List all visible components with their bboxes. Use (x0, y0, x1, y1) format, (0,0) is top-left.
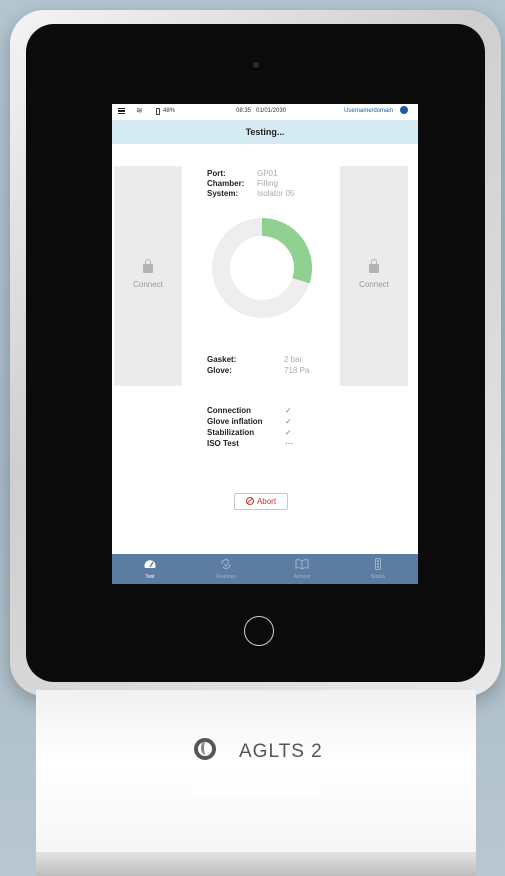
connect-right-label: Connect (359, 280, 389, 289)
user-icon[interactable] (400, 106, 408, 114)
system-label: System: (207, 189, 239, 198)
nav-status-label: Status (370, 574, 386, 580)
app-screen: ≋ 48% 08:35 01/01/2030 Username/domain T… (112, 104, 418, 584)
nav-test[interactable]: Test (112, 554, 188, 584)
routines-icon (221, 559, 231, 569)
cancel-icon (245, 497, 254, 505)
bottom-navigation: Test Routines Archive Status (112, 554, 418, 584)
connect-left-label: Connect (133, 280, 163, 289)
dock-light-slot (190, 790, 320, 796)
check-icon: ✓ (285, 417, 292, 426)
gauge-icon (144, 560, 156, 568)
wifi-icon: ≋ (136, 106, 143, 115)
check-icon: ✓ (285, 406, 292, 415)
connect-right-panel[interactable]: Connect (340, 166, 408, 386)
abort-button[interactable]: Abort (234, 493, 288, 510)
brand-logo-icon (194, 738, 216, 760)
step-name: Connection (207, 406, 251, 415)
nav-routines-label: Routines (216, 574, 236, 580)
book-icon (295, 559, 309, 570)
dock-base (36, 852, 476, 876)
step-name: ISO Test (207, 439, 239, 448)
menu-icon[interactable] (118, 108, 125, 115)
check-icon: ✓ (285, 428, 292, 437)
progress-fill (261, 218, 312, 284)
connect-left-panel[interactable]: Connect (114, 166, 182, 386)
charging-dock (36, 690, 476, 876)
status-bar: ≋ 48% 08:35 01/01/2030 Username/domain (112, 104, 418, 120)
lock-icon (369, 259, 379, 273)
step-name: Stabilization (207, 428, 255, 437)
home-button[interactable] (244, 616, 274, 646)
user-link[interactable]: Username/domain (344, 108, 393, 114)
traffic-light-icon (375, 558, 381, 570)
nav-routines[interactable]: Routines (188, 554, 264, 584)
nav-archive[interactable]: Archive (264, 554, 340, 584)
glove-label: Glove: (207, 366, 232, 375)
pending-icon: ··· (285, 439, 293, 448)
battery-icon (156, 108, 160, 115)
clock-date: 01/01/2030 (256, 108, 287, 114)
system-value: Isolator 05 (257, 189, 295, 198)
glove-value: 718 Pa (284, 366, 310, 375)
step-name: Glove inflation (207, 417, 263, 426)
abort-label: Abort (256, 497, 277, 506)
battery-level: 48% (163, 108, 176, 114)
lock-icon (143, 259, 153, 273)
dock-brand-name: AGLTS 2 (239, 741, 323, 762)
gasket-label: Gasket: (207, 355, 237, 364)
progress-ring (212, 218, 312, 318)
camera-icon (253, 62, 259, 68)
clock-time: 08:35 (236, 108, 252, 114)
gasket-value: 2 bar (284, 355, 303, 364)
page-title: Testing... (112, 120, 418, 144)
nav-archive-label: Archive (293, 574, 311, 580)
nav-status[interactable]: Status (340, 554, 416, 584)
nav-test-label: Test (145, 574, 155, 580)
